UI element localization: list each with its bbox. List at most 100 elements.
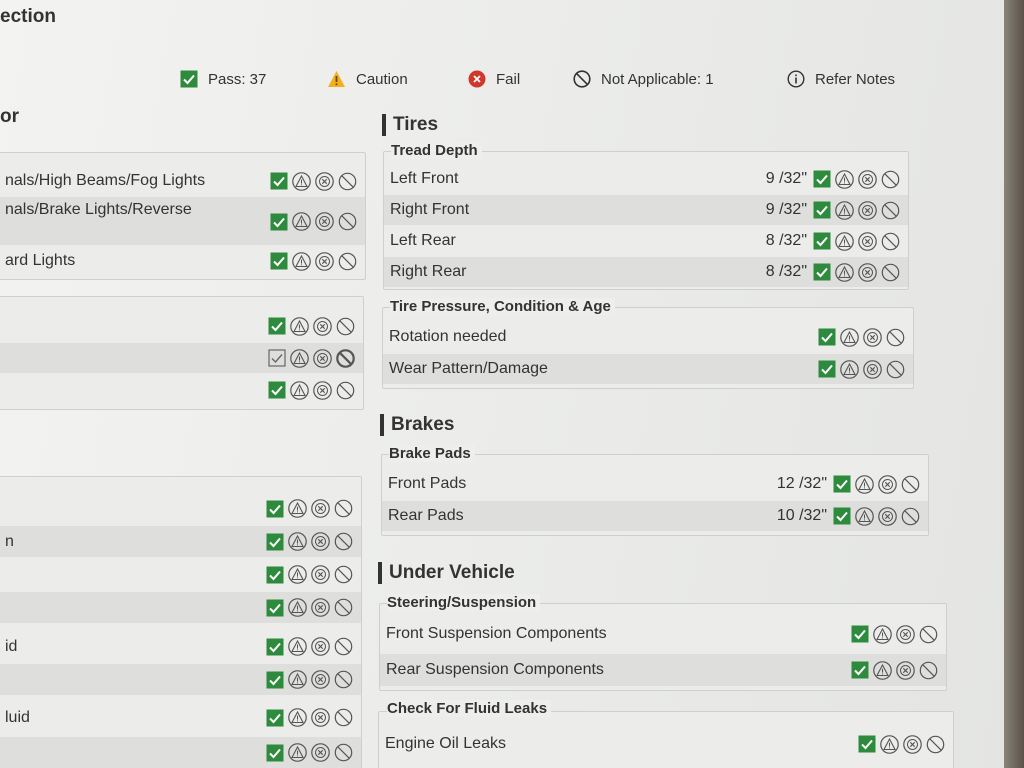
pass-check-icon[interactable] xyxy=(858,735,876,753)
not-applicable-icon[interactable] xyxy=(336,317,355,336)
fail-icon[interactable] xyxy=(311,743,330,762)
not-applicable-icon[interactable] xyxy=(336,348,355,368)
caution-icon[interactable] xyxy=(292,212,311,231)
caution-icon[interactable] xyxy=(288,565,307,584)
not-applicable-icon[interactable] xyxy=(881,232,900,251)
caution-icon[interactable] xyxy=(288,743,307,762)
fail-icon[interactable] xyxy=(311,708,330,727)
caution-icon[interactable] xyxy=(288,499,307,518)
not-applicable-icon[interactable] xyxy=(336,381,355,400)
caution-icon[interactable] xyxy=(288,598,307,617)
fail-icon[interactable] xyxy=(313,348,332,368)
fail-icon[interactable] xyxy=(311,499,330,518)
fail-icon[interactable] xyxy=(311,598,330,617)
fail-icon[interactable] xyxy=(311,532,330,551)
caution-icon[interactable] xyxy=(873,660,892,680)
caution-icon[interactable] xyxy=(290,316,309,336)
not-applicable-icon[interactable] xyxy=(338,172,357,191)
pass-check-icon[interactable] xyxy=(270,213,288,231)
caution-icon[interactable] xyxy=(835,169,854,189)
not-applicable-icon[interactable] xyxy=(334,598,353,617)
not-applicable-icon[interactable] xyxy=(334,565,353,584)
fail-icon[interactable] xyxy=(858,169,877,189)
caution-icon[interactable] xyxy=(290,348,309,368)
pass-check-icon[interactable] xyxy=(270,172,288,190)
fail-icon[interactable] xyxy=(313,316,332,336)
not-applicable-icon[interactable] xyxy=(881,201,900,220)
not-applicable-icon[interactable] xyxy=(881,170,900,189)
not-applicable-icon[interactable] xyxy=(334,637,353,656)
pass-check-icon[interactable] xyxy=(266,566,284,584)
not-applicable-icon[interactable] xyxy=(334,670,353,689)
pass-check-icon[interactable] xyxy=(851,661,869,679)
not-applicable-icon[interactable] xyxy=(886,328,905,347)
fail-icon[interactable] xyxy=(311,637,330,656)
pass-check-icon[interactable] xyxy=(266,533,284,551)
caution-icon[interactable] xyxy=(288,670,307,689)
fail-icon[interactable] xyxy=(313,380,332,400)
caution-icon[interactable] xyxy=(840,327,859,347)
fail-icon[interactable] xyxy=(315,212,334,231)
fail-icon[interactable] xyxy=(878,506,897,526)
fail-icon[interactable] xyxy=(858,262,877,282)
fail-icon[interactable] xyxy=(863,359,882,379)
pass-check-icon[interactable] xyxy=(268,317,286,335)
fail-icon[interactable] xyxy=(858,200,877,220)
pass-check-icon[interactable] xyxy=(833,507,851,525)
caution-icon[interactable] xyxy=(835,231,854,251)
pass-check-icon[interactable] xyxy=(268,381,286,399)
pass-check-icon[interactable] xyxy=(266,744,284,762)
pass-check-icon[interactable] xyxy=(813,170,831,188)
not-applicable-icon[interactable] xyxy=(926,735,945,754)
caution-icon[interactable] xyxy=(290,380,309,400)
not-applicable-icon[interactable] xyxy=(334,532,353,551)
caution-icon[interactable] xyxy=(855,474,874,494)
not-applicable-icon[interactable] xyxy=(901,507,920,526)
not-applicable-icon[interactable] xyxy=(334,499,353,518)
pass-check-icon[interactable] xyxy=(268,349,286,367)
pass-check-icon[interactable] xyxy=(813,201,831,219)
pass-check-icon[interactable] xyxy=(833,475,851,493)
fail-icon[interactable] xyxy=(896,660,915,680)
caution-icon[interactable] xyxy=(840,359,859,379)
not-applicable-icon[interactable] xyxy=(881,263,900,282)
pass-check-icon[interactable] xyxy=(818,328,836,346)
fail-icon[interactable] xyxy=(903,734,922,754)
caution-icon[interactable] xyxy=(288,708,307,727)
caution-icon[interactable] xyxy=(292,171,311,191)
not-applicable-icon[interactable] xyxy=(886,360,905,379)
fail-icon[interactable] xyxy=(315,171,334,191)
not-applicable-icon[interactable] xyxy=(338,212,357,231)
pass-check-icon[interactable] xyxy=(266,638,284,656)
caution-icon[interactable] xyxy=(288,637,307,656)
caution-icon[interactable] xyxy=(288,532,307,551)
not-applicable-icon[interactable] xyxy=(334,708,353,727)
caution-icon[interactable] xyxy=(835,262,854,282)
pass-check-icon[interactable] xyxy=(266,500,284,518)
pass-check-icon[interactable] xyxy=(270,252,288,270)
caution-icon[interactable] xyxy=(880,734,899,754)
pass-check-icon[interactable] xyxy=(266,599,284,617)
fail-icon[interactable] xyxy=(896,624,915,644)
not-applicable-icon[interactable] xyxy=(334,743,353,762)
caution-icon[interactable] xyxy=(855,506,874,526)
caution-icon[interactable] xyxy=(835,200,854,220)
fail-icon[interactable] xyxy=(315,251,334,271)
not-applicable-icon[interactable] xyxy=(919,625,938,644)
pass-check-icon[interactable] xyxy=(266,709,284,727)
not-applicable-icon[interactable] xyxy=(919,661,938,680)
fail-icon[interactable] xyxy=(863,327,882,347)
caution-icon[interactable] xyxy=(292,251,311,271)
not-applicable-icon[interactable] xyxy=(338,252,357,271)
fail-icon[interactable] xyxy=(878,474,897,494)
caution-icon[interactable] xyxy=(873,624,892,644)
fail-icon[interactable] xyxy=(311,670,330,689)
pass-check-icon[interactable] xyxy=(813,232,831,250)
fail-icon[interactable] xyxy=(858,231,877,251)
fail-icon[interactable] xyxy=(311,565,330,584)
pass-check-icon[interactable] xyxy=(851,625,869,643)
pass-check-icon[interactable] xyxy=(266,671,284,689)
pass-check-icon[interactable] xyxy=(813,263,831,281)
pass-check-icon[interactable] xyxy=(818,360,836,378)
not-applicable-icon[interactable] xyxy=(901,475,920,494)
